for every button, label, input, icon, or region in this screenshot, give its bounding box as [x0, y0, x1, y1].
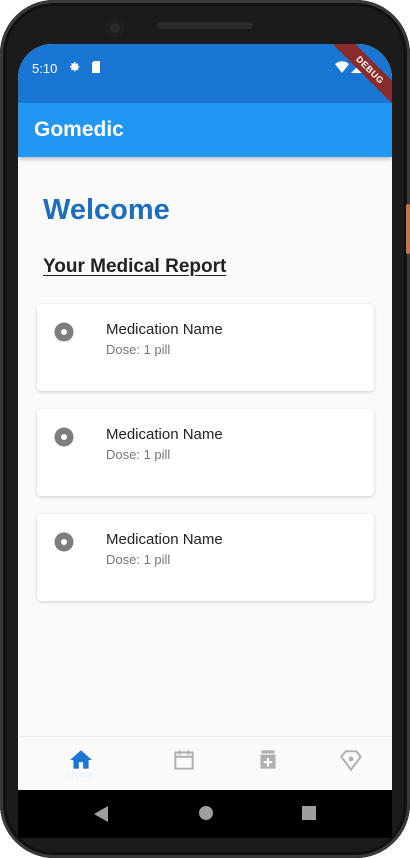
- side-button[interactable]: [406, 204, 410, 254]
- back-icon[interactable]: [94, 806, 108, 822]
- earpiece-speaker: [157, 22, 253, 29]
- front-camera: [106, 19, 124, 37]
- medication-name: Medication Name: [106, 321, 223, 338]
- medication-dose: Dose: 1 pill: [106, 447, 171, 462]
- status-time: 5:10: [32, 61, 58, 76]
- medication-name: Medication Name: [106, 426, 223, 443]
- sd-card-icon: [92, 61, 100, 73]
- wifi-icon: [335, 61, 349, 73]
- radio-button-icon[interactable]: [54, 427, 74, 447]
- status-bar: 5:10 DEBUG: [18, 44, 392, 119]
- screen: 5:10 DEBUG Gomedic Welcome Your Medical …: [18, 44, 392, 827]
- system-navigation-bar: [18, 790, 392, 838]
- nav-label-home[interactable]: Home: [60, 770, 100, 781]
- medication-dose: Dose: 1 pill: [106, 552, 171, 567]
- radio-button-icon[interactable]: [54, 322, 74, 342]
- medication-name: Medication Name: [106, 531, 223, 548]
- medicine-icon[interactable]: [255, 747, 281, 773]
- app-title: Gomedic: [34, 118, 124, 141]
- app-bar: Gomedic: [18, 103, 392, 157]
- medication-dose: Dose: 1 pill: [106, 342, 171, 357]
- settings-icon: [70, 62, 80, 72]
- recents-icon[interactable]: [302, 806, 316, 820]
- report-title: Your Medical Report: [43, 256, 227, 277]
- home-button-icon[interactable]: [199, 806, 213, 820]
- bottom-navigation: Home: [18, 736, 392, 790]
- medication-card[interactable]: Medication Name Dose: 1 pill: [37, 409, 374, 496]
- phone-frame: 5:10 DEBUG Gomedic Welcome Your Medical …: [0, 0, 410, 858]
- location-icon[interactable]: [338, 747, 364, 773]
- medication-card[interactable]: Medication Name Dose: 1 pill: [37, 514, 374, 601]
- calendar-icon[interactable]: [171, 747, 197, 773]
- medication-card[interactable]: Medication Name Dose: 1 pill: [37, 304, 374, 391]
- radio-button-icon[interactable]: [54, 532, 74, 552]
- welcome-heading: Welcome: [43, 194, 170, 226]
